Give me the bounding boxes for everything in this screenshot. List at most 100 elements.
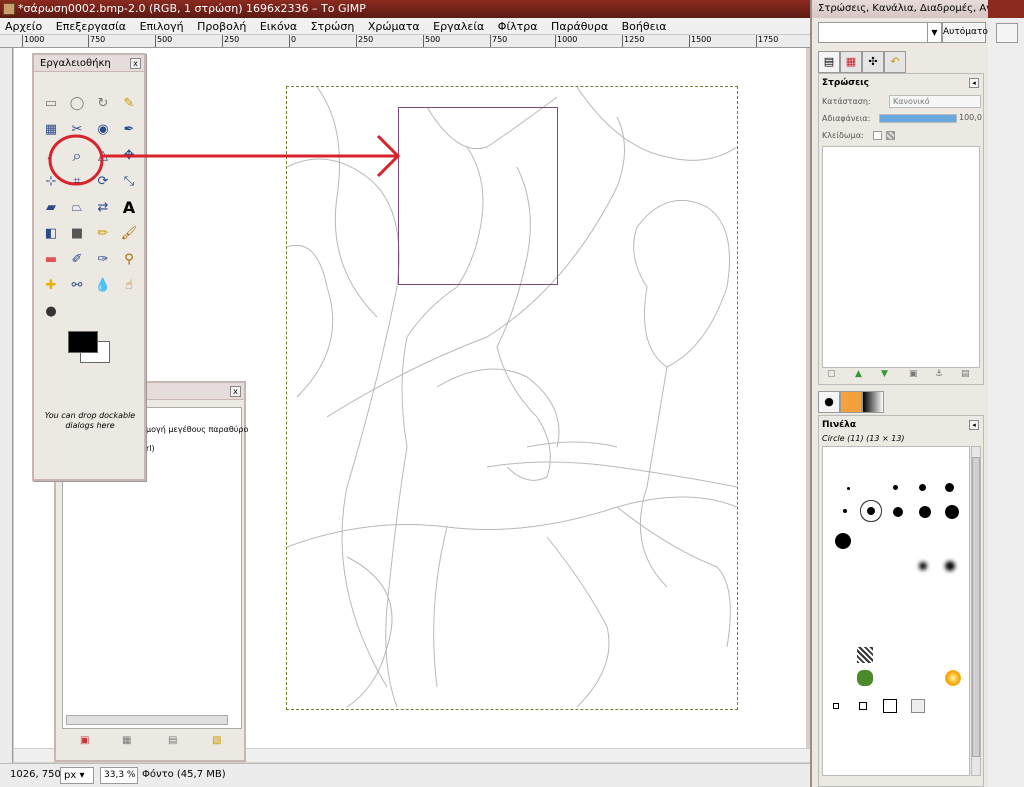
- brush-item[interactable]: [847, 487, 850, 490]
- crop-icon[interactable]: ⌗: [68, 173, 86, 191]
- menu-file[interactable]: Αρχείο: [0, 18, 47, 35]
- zoom-icon[interactable]: ⌕: [68, 147, 86, 165]
- brush-item[interactable]: [893, 485, 898, 490]
- unit-select[interactable]: px ▾: [60, 767, 94, 784]
- delete-layer-icon[interactable]: ▤: [961, 369, 970, 379]
- pencil-icon[interactable]: ✏: [94, 225, 112, 243]
- rotate-icon[interactable]: ⟳: [94, 173, 112, 191]
- heal-icon[interactable]: ✚: [42, 277, 60, 295]
- brush-item[interactable]: [857, 647, 873, 663]
- clone-icon[interactable]: ⚲: [120, 251, 138, 269]
- brush-item[interactable]: [945, 505, 959, 519]
- duplicate-layer-icon[interactable]: ▣: [909, 369, 918, 379]
- opacity-slider[interactable]: [879, 114, 957, 123]
- menu-select[interactable]: Επιλογή: [135, 18, 189, 35]
- new-icon[interactable]: ▧: [212, 735, 224, 747]
- ink-icon[interactable]: ✑: [94, 251, 112, 269]
- move-icon[interactable]: ✥: [120, 147, 138, 165]
- color-picker-icon[interactable]: ⁄: [42, 147, 60, 165]
- brush-item[interactable]: [911, 699, 925, 713]
- menu-edit[interactable]: Επεξεργασία: [51, 18, 131, 35]
- brush-item[interactable]: [833, 703, 839, 709]
- brush-scrollbar[interactable]: [971, 446, 981, 776]
- perspective-icon[interactable]: ⏢: [68, 199, 86, 217]
- blend-icon[interactable]: ■: [68, 225, 86, 243]
- tab-undo[interactable]: ↶: [884, 51, 906, 73]
- save-icon[interactable]: ▣: [80, 735, 92, 747]
- layer-list[interactable]: [822, 146, 980, 368]
- brush-item[interactable]: [919, 562, 927, 570]
- tab-patterns[interactable]: [840, 391, 862, 413]
- paths-icon[interactable]: ✒: [120, 121, 138, 139]
- brush-item[interactable]: [919, 484, 926, 491]
- brush-item[interactable]: [835, 533, 851, 549]
- brush-item-selected[interactable]: [867, 507, 875, 515]
- image-menu-select[interactable]: ▼: [818, 22, 942, 43]
- measure-icon[interactable]: ◬: [94, 147, 112, 165]
- rect-select-icon[interactable]: ▭: [42, 95, 60, 113]
- foreground-select-icon[interactable]: ◉: [94, 121, 112, 139]
- panel-menu-icon[interactable]: ◂: [969, 420, 979, 430]
- perspective-clone-icon[interactable]: ⚯: [68, 277, 86, 295]
- menu-windows[interactable]: Παράθυρα: [546, 18, 613, 35]
- tab-layers[interactable]: ▤: [818, 51, 840, 73]
- vertical-ruler[interactable]: [0, 48, 13, 763]
- lock-pixels-checkbox[interactable]: [873, 131, 882, 140]
- text-icon[interactable]: A: [120, 199, 138, 217]
- brush-item[interactable]: [883, 699, 897, 713]
- eraser-icon[interactable]: ▬: [42, 251, 60, 269]
- menu-colors[interactable]: Χρώματα: [363, 18, 425, 35]
- zoom-select[interactable]: 33,3 %: [100, 767, 138, 784]
- menu-filters[interactable]: Φίλτρα: [493, 18, 543, 35]
- color-swatches[interactable]: [68, 331, 112, 365]
- scale-icon[interactable]: ⤡: [120, 173, 138, 191]
- menu-image[interactable]: Εικόνα: [255, 18, 302, 35]
- fuzzy-select-icon[interactable]: ✎: [120, 95, 138, 113]
- align-icon[interactable]: ⊹: [42, 173, 60, 191]
- mode-select[interactable]: Κανονικό: [889, 95, 981, 108]
- horizontal-ruler[interactable]: 1000 750 500 250 0 250 500 750 1000 1250…: [0, 35, 812, 48]
- brush-item[interactable]: [945, 561, 955, 571]
- brush-item[interactable]: [857, 670, 873, 686]
- brush-item[interactable]: [843, 509, 847, 513]
- close-icon[interactable]: x: [230, 386, 241, 397]
- foreground-color-swatch[interactable]: [68, 331, 98, 353]
- brush-item[interactable]: [919, 506, 931, 518]
- ellipse-select-icon[interactable]: ◯: [68, 95, 86, 113]
- brush-scrollbar-thumb[interactable]: [972, 457, 980, 757]
- bucket-fill-icon[interactable]: ◧: [42, 225, 60, 243]
- panel-menu-icon[interactable]: ◂: [969, 78, 979, 88]
- by-color-select-icon[interactable]: ▦: [42, 121, 60, 139]
- auto-button[interactable]: Αυτόματο: [942, 22, 988, 43]
- raise-layer-icon[interactable]: ▲: [855, 369, 862, 379]
- menu-help[interactable]: Βοήθεια: [617, 18, 672, 35]
- free-select-icon[interactable]: ↻: [94, 95, 112, 113]
- brush-item[interactable]: [893, 507, 903, 517]
- smudge-icon[interactable]: ☝: [120, 277, 138, 295]
- brush-grid[interactable]: [822, 446, 970, 776]
- flip-icon[interactable]: ⇄: [94, 199, 112, 217]
- airbrush-icon[interactable]: ✐: [68, 251, 86, 269]
- menu-layer[interactable]: Στρώση: [306, 18, 360, 35]
- scissors-icon[interactable]: ✂: [68, 121, 86, 139]
- brush-item[interactable]: [945, 483, 954, 492]
- anchor-icon[interactable]: ⚓: [935, 369, 943, 379]
- close-icon[interactable]: x: [130, 58, 141, 69]
- tab-channels[interactable]: ▦: [840, 51, 862, 73]
- dock-scrollbar[interactable]: [66, 715, 228, 725]
- brush-item[interactable]: [945, 670, 961, 686]
- delete-icon[interactable]: ▤: [168, 735, 180, 747]
- paintbrush-icon[interactable]: 🖌: [120, 225, 138, 243]
- lock-alpha-checkbox[interactable]: [886, 131, 895, 140]
- opacity-value[interactable]: 100,0: [959, 113, 982, 122]
- close-icon[interactable]: [996, 23, 1018, 43]
- lower-layer-icon[interactable]: ▼: [881, 369, 888, 379]
- menu-view[interactable]: Προβολή: [192, 18, 251, 35]
- blur-icon[interactable]: 💧: [94, 277, 112, 295]
- new-layer-icon[interactable]: ▢: [827, 369, 836, 379]
- dodge-burn-icon[interactable]: ●: [42, 303, 60, 321]
- tab-paths[interactable]: ✣: [862, 51, 884, 73]
- menu-tools[interactable]: Εργαλεία: [428, 18, 489, 35]
- shear-icon[interactable]: ▰: [42, 199, 60, 217]
- image-icon[interactable]: ▦: [122, 735, 134, 747]
